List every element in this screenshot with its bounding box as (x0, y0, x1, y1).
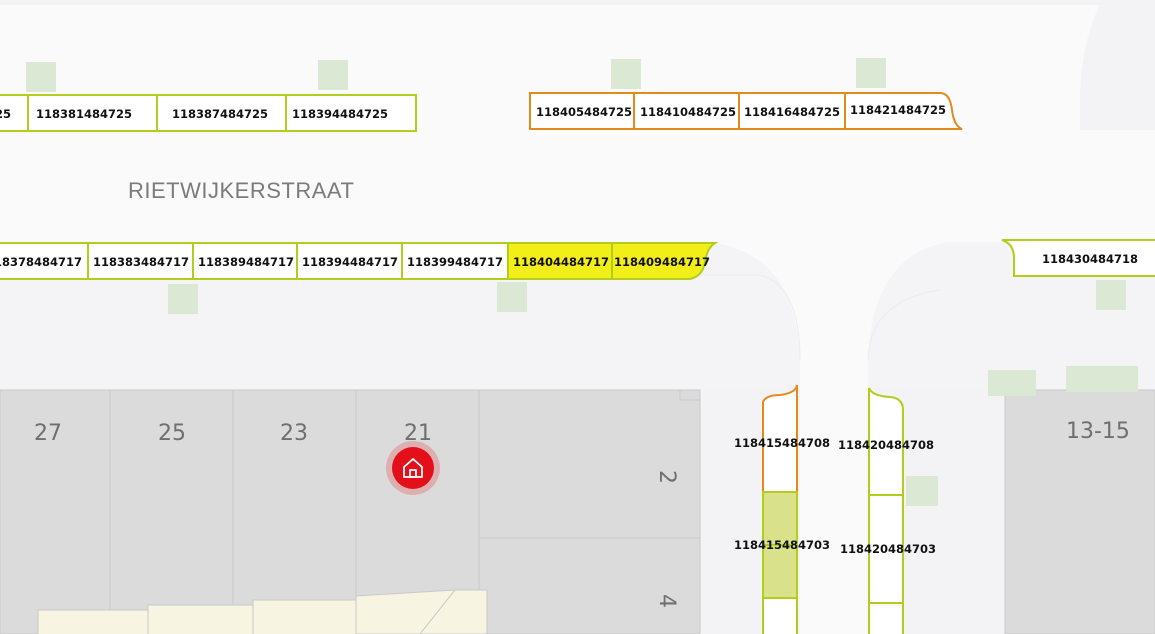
parking-spot[interactable]: 118399484717 (401, 242, 509, 280)
parking-spot-label: 118416484725 (744, 105, 840, 119)
parking-spot-label: 118410484725 (640, 105, 736, 119)
parking-spot-selected[interactable]: 118404484717 (507, 242, 613, 280)
house-number: 27 (34, 421, 62, 446)
buildings (0, 366, 1155, 634)
parking-spot[interactable]: 118430484718 (1001, 239, 1155, 277)
house-number: 13-15 (1066, 419, 1130, 444)
parking-spot-label: 118415484703 (734, 538, 830, 552)
parking-spot-label: 118378484717 (0, 255, 82, 269)
parking-spot[interactable]: 118383484717 (87, 242, 194, 280)
parking-spot-label: 118421484725 (850, 103, 946, 117)
parking-spot[interactable]: 118421484725 (844, 92, 963, 130)
parking-spot[interactable] (868, 602, 904, 634)
house-number: 2 (654, 470, 679, 484)
parking-spot-label: 118394484717 (302, 255, 398, 269)
house-number: 23 (280, 421, 308, 446)
house-number: 4 (654, 594, 679, 608)
parking-spot[interactable] (762, 597, 798, 634)
parking-spot[interactable]: 118394484717 (296, 242, 403, 280)
parking-spot[interactable]: 118389484717 (192, 242, 298, 280)
parking-spot-label: 118399484717 (407, 255, 503, 269)
parking-spot-label: 118420484703 (840, 542, 936, 556)
parking-spot[interactable]: 118394484725 (285, 94, 417, 132)
parking-spot-label: 118381484725 (36, 107, 132, 121)
parking-spot-label: 118387484725 (172, 107, 268, 121)
parking-spot-label: 118375484725 (0, 107, 11, 121)
parking-spot-label: 118405484725 (536, 105, 632, 119)
parking-spot[interactable]: 118405484725 (529, 92, 635, 130)
parking-spot-label: 118409484717 (614, 255, 710, 269)
map-canvas[interactable]: RIETWIJKERSTRAAT 118375484725 1183814847… (0, 0, 1155, 634)
house-number: 25 (158, 421, 186, 446)
parking-spot[interactable]: 118387484725 (156, 94, 287, 132)
parking-column-east (868, 387, 904, 634)
parking-spot-label: 118430484718 (1042, 252, 1138, 266)
parking-spot[interactable]: 118375484725 (0, 94, 29, 132)
parking-spot-label: 118383484717 (93, 255, 189, 269)
parking-spot-label: 118404484717 (513, 255, 609, 269)
parking-row-south: 118378484717 118383484717 118389484717 1… (0, 242, 719, 280)
parking-spot-label: 118389484717 (198, 255, 294, 269)
parking-spot[interactable]: 118378484717 (0, 242, 89, 280)
parking-spot-selected[interactable]: 118409484717 (611, 242, 719, 280)
location-marker[interactable] (386, 441, 440, 495)
parking-spot[interactable]: 118381484725 (27, 94, 158, 132)
parking-spot[interactable]: 118416484725 (738, 92, 846, 130)
parking-spot[interactable]: 118410484725 (633, 92, 740, 130)
parking-spot-label: 118394484725 (292, 107, 388, 121)
parking-column-west (762, 384, 798, 634)
street-name: RIETWIJKERSTRAAT (128, 178, 354, 203)
parking-spot-label: 118415484708 (734, 436, 830, 450)
parking-spot-label: 118420484708 (838, 438, 934, 452)
